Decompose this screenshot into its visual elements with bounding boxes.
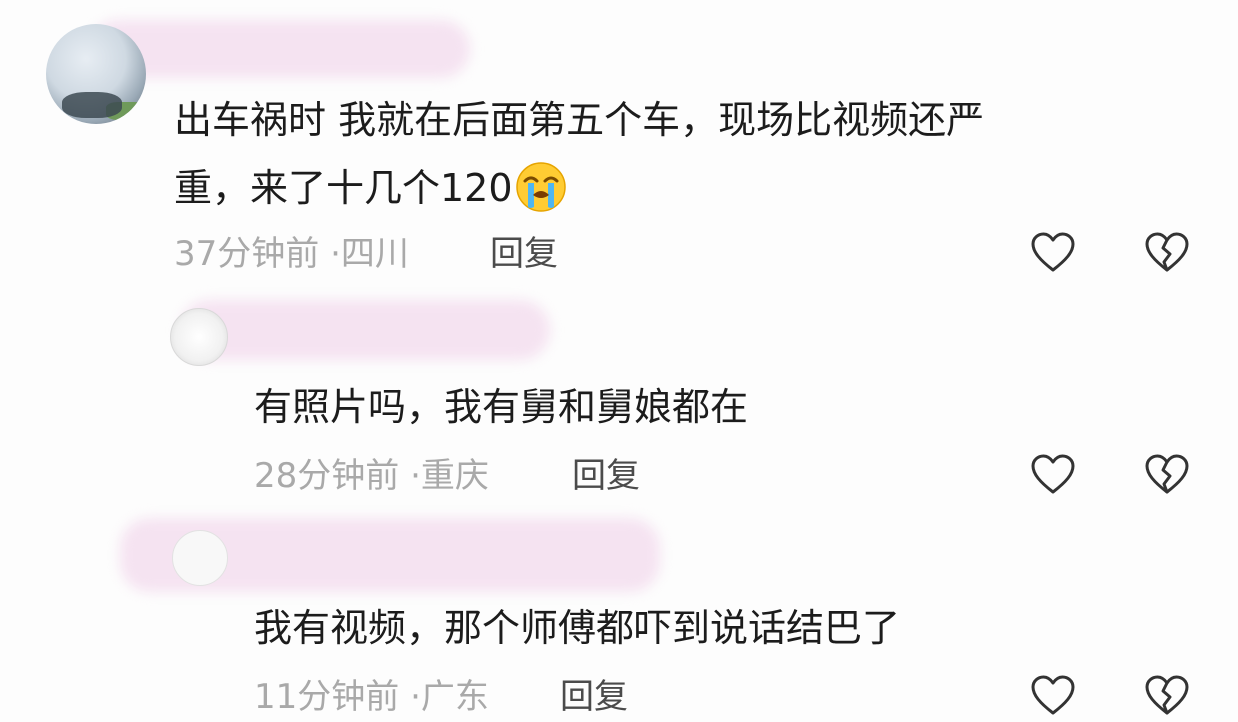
- comment-time: 11分钟前: [254, 677, 400, 717]
- meta-separator: ·: [410, 456, 421, 496]
- heart-outline-icon[interactable]: [1030, 673, 1076, 719]
- comment-text-line-2-text: 重，来了十几个120: [174, 166, 513, 210]
- comment-text-line-1: 有照片吗，我有舅和舅娘都在: [254, 385, 749, 429]
- reply-button[interactable]: 回复: [572, 456, 640, 496]
- avatar[interactable]: [46, 24, 146, 124]
- comment-time: 28分钟前: [254, 456, 400, 496]
- redacted-username: [90, 20, 470, 78]
- comment-location: 广东: [420, 677, 489, 717]
- comment-meta: 28分钟前 ·重庆: [254, 456, 489, 496]
- comment-text-line-1: 出车祸时 我就在后面第五个车，现场比视频还严: [174, 98, 985, 142]
- comment-meta: 37分钟前 ·四川: [174, 234, 409, 274]
- avatar[interactable]: [170, 308, 228, 366]
- reply-button[interactable]: 回复: [490, 234, 558, 274]
- broken-heart-outline-icon[interactable]: [1144, 673, 1190, 719]
- avatar[interactable]: [172, 530, 228, 586]
- heart-outline-icon[interactable]: [1030, 452, 1076, 498]
- loudly-crying-face-icon: [515, 161, 566, 212]
- broken-heart-outline-icon[interactable]: [1144, 230, 1190, 276]
- broken-heart-outline-icon[interactable]: [1144, 452, 1190, 498]
- meta-separator: ·: [330, 234, 341, 274]
- comment-time: 37分钟前: [174, 234, 320, 274]
- comment-meta: 11分钟前 ·广东: [254, 677, 489, 717]
- meta-separator: ·: [410, 677, 421, 717]
- reply-button[interactable]: 回复: [560, 677, 628, 717]
- comment-text-line-1: 我有视频，那个师傅都吓到说话结巴了: [254, 606, 901, 650]
- comment-text-line-2: 重，来了十几个120: [174, 161, 567, 213]
- comment-location: 重庆: [420, 456, 489, 496]
- redacted-username: [180, 300, 550, 360]
- comment-location: 四川: [340, 234, 409, 274]
- heart-outline-icon[interactable]: [1030, 230, 1076, 276]
